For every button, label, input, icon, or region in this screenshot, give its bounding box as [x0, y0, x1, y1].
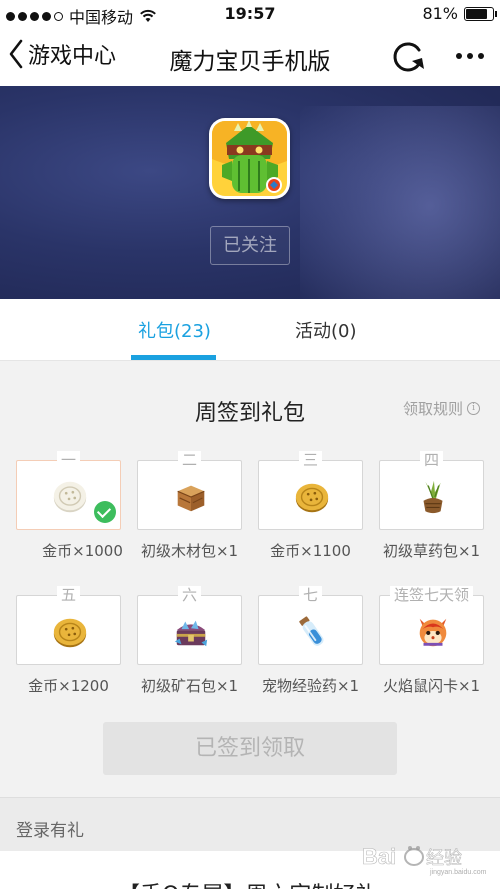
day-label: 三: [298, 451, 322, 469]
claimed-check-icon: [94, 501, 116, 523]
gift-name: 金币×1100: [270, 542, 351, 560]
follow-button[interactable]: 已关注: [210, 226, 290, 265]
gold-coin-icon: [53, 618, 87, 648]
day-label: 二: [177, 451, 201, 469]
battery-icon: [464, 6, 497, 21]
day-label: 一: [56, 451, 80, 469]
tab-events[interactable]: 活动(0): [295, 317, 357, 343]
more-dot-icon: [467, 53, 473, 59]
gift-day-5[interactable]: 五: [16, 586, 121, 665]
gift-name: 初级草药包×1: [382, 542, 481, 560]
gift-name: 初级矿石包×1: [140, 677, 239, 695]
banner-glow: [300, 106, 500, 299]
day-label: 四: [419, 451, 443, 469]
more-dot-icon: [478, 53, 484, 59]
day-label: 七: [298, 586, 322, 604]
gift-day-2[interactable]: 二: [137, 451, 242, 530]
gift-name: 火焰鼠闪卡×1: [382, 677, 481, 695]
gift-day-streak[interactable]: 连签七天领: [379, 586, 484, 665]
game-icon: [209, 118, 290, 199]
refresh-icon[interactable]: [388, 36, 428, 76]
claim-button[interactable]: 已签到领取: [103, 722, 397, 775]
gift-title: 【手Q专属】周六定制好礼: [118, 877, 377, 889]
back-button[interactable]: 游戏中心: [8, 38, 116, 70]
nav-bar: 游戏中心 魔力宝贝手机版: [0, 28, 500, 86]
day-label: 五: [56, 586, 80, 604]
gift-day-1[interactable]: 一: [16, 451, 121, 530]
gift-name: 金币×1200: [28, 677, 109, 695]
gift-day-3[interactable]: 三: [258, 451, 363, 530]
section-header: 登录有礼: [16, 821, 84, 841]
weekly-signin-panel: 周签到礼包 领取规则 i 一 金币×1000 二 初级木材包×1 三 金币×11…: [0, 361, 500, 797]
login-reward-section: 登录有礼: [0, 797, 500, 851]
battery-fill: [466, 8, 488, 19]
tab-gifts[interactable]: 礼包(23): [138, 317, 211, 343]
game-header-banner: 已关注: [0, 86, 500, 299]
status-right: 81%: [422, 4, 497, 23]
ore-chest-icon: [174, 620, 208, 647]
active-tab-indicator: [131, 355, 216, 360]
gift-day-4[interactable]: 四: [379, 451, 484, 530]
more-menu-button[interactable]: [452, 42, 488, 70]
gift-day-7[interactable]: 七: [258, 586, 363, 665]
potion-vial-icon: [299, 616, 324, 646]
silver-coin-icon: [53, 481, 87, 513]
cactus-character-icon: [212, 121, 287, 196]
fire-rat-card-icon: [419, 618, 447, 647]
rules-label: 领取规则: [403, 400, 464, 418]
day-label: 六: [177, 586, 201, 604]
back-label: 游戏中心: [28, 44, 117, 69]
gift-day-6[interactable]: 六: [137, 586, 242, 665]
herb-pack-icon: [423, 480, 443, 514]
rules-link[interactable]: 领取规则 i: [403, 398, 481, 419]
more-dot-icon: [456, 53, 462, 59]
tab-bar: 礼包(23) 活动(0): [0, 299, 500, 361]
gold-coin-icon: [295, 483, 329, 513]
gift-list-preview[interactable]: 【手Q专属】周六定制好礼: [0, 851, 500, 889]
chevron-left-icon: [9, 39, 23, 69]
status-bar: 中国移动 19:57 81%: [0, 0, 500, 28]
wood-crate-icon: [177, 485, 205, 512]
info-icon: i: [467, 402, 481, 415]
gift-name: 初级木材包×1: [140, 542, 239, 560]
gift-name: 宠物经验药×1: [261, 677, 360, 695]
battery-percent: 81%: [422, 4, 458, 23]
day-label: 连签七天领: [389, 586, 473, 604]
